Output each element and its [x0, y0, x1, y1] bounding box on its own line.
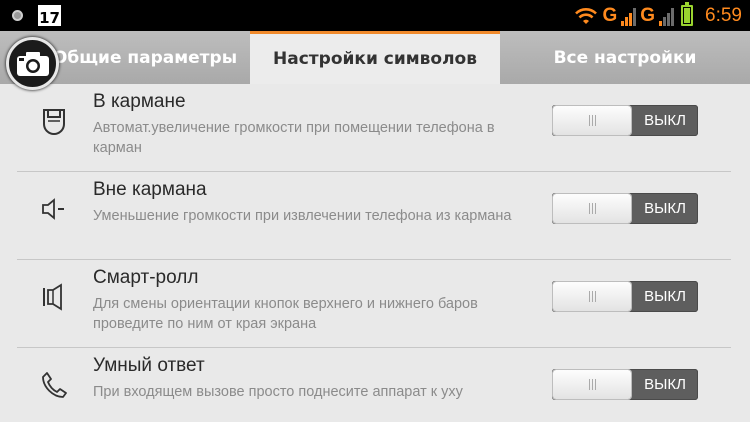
toggle-state-label: ВЫКЛ — [644, 288, 686, 305]
calendar-icon: 17 — [38, 5, 61, 27]
setting-title: Смарт-ролл — [93, 267, 199, 288]
toggle-knob[interactable] — [553, 194, 631, 223]
wifi-icon — [575, 7, 598, 24]
grip-icon — [588, 203, 596, 214]
settings-list: В кармане Автомат.увеличение громкости п… — [17, 84, 731, 422]
setting-description: Для смены ориентации кнопок верхнего и н… — [93, 296, 478, 332]
setting-description: Уменьшение громкости при извлечении теле… — [93, 208, 512, 224]
network-type-2: G — [640, 4, 656, 26]
signal-1-icon — [621, 6, 637, 26]
notification-dot-icon — [12, 10, 23, 21]
screenshot-camera-button[interactable] — [6, 37, 59, 90]
pocket-icon — [43, 109, 65, 136]
network-type-1: G — [602, 4, 618, 26]
toggle-state-label: ВЫКЛ — [644, 112, 686, 129]
toggle-knob[interactable] — [553, 106, 631, 135]
out-of-pocket-toggle[interactable]: ВЫКЛ — [552, 193, 698, 224]
in-pocket-toggle[interactable]: ВЫКЛ — [552, 105, 698, 136]
smart-answer-toggle[interactable]: ВЫКЛ — [552, 369, 698, 400]
battery-icon — [681, 2, 694, 26]
setting-title: В кармане — [93, 91, 186, 112]
phone-icon — [42, 372, 67, 398]
toggle-knob[interactable] — [553, 370, 631, 399]
clock: 6:59 — [705, 4, 742, 26]
status-indicators: G G 6:59 — [574, 0, 742, 31]
tab-all-settings[interactable]: Все настройки — [500, 31, 750, 84]
setting-row-smart-answer[interactable]: Умный ответ При входящем вызове просто п… — [17, 348, 731, 422]
setting-row-out-of-pocket[interactable]: Вне кармана Уменьшение громкости при изв… — [17, 172, 731, 260]
setting-title: Вне кармана — [93, 179, 207, 200]
grip-icon — [588, 379, 596, 390]
grip-icon — [588, 291, 596, 302]
grip-icon — [588, 115, 596, 126]
status-bar: 17 G G 6:59 — [0, 0, 750, 31]
toggle-knob[interactable] — [553, 282, 631, 311]
signal-2-icon — [659, 6, 675, 26]
setting-description: Автомат.увеличение громкости при помещен… — [93, 120, 495, 156]
toggle-state-label: ВЫКЛ — [644, 200, 686, 217]
setting-row-smart-roll[interactable]: Смарт-ролл Для смены ориентации кнопок в… — [17, 260, 731, 348]
tab-symbol-settings[interactable]: Настройки символов — [250, 31, 500, 84]
smart-roll-toggle[interactable]: ВЫКЛ — [552, 281, 698, 312]
camera-icon — [16, 51, 49, 76]
tab-bar: Общие параметры Настройки символов Все н… — [0, 31, 750, 84]
setting-title: Умный ответ — [93, 355, 205, 376]
speaker-minus-icon — [42, 198, 64, 220]
smart-roll-icon — [43, 283, 62, 311]
setting-row-in-pocket[interactable]: В кармане Автомат.увеличение громкости п… — [17, 84, 731, 172]
toggle-state-label: ВЫКЛ — [644, 376, 686, 393]
setting-description: При входящем вызове просто поднесите апп… — [93, 384, 463, 400]
